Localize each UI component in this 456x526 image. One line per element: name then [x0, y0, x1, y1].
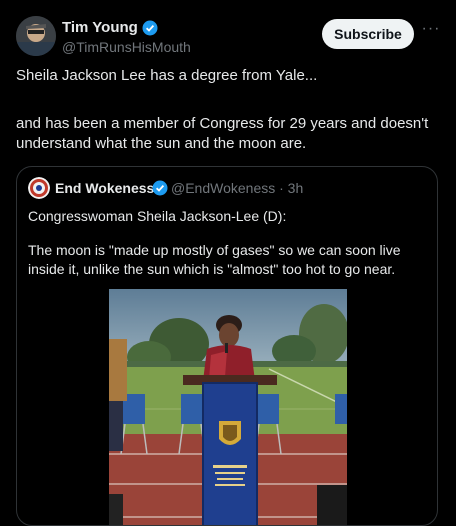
video-scene-image	[109, 289, 347, 525]
tweet-text-line2: and has been a member of Congress for 29…	[16, 115, 429, 152]
video-thumbnail[interactable]	[109, 289, 347, 525]
author-name[interactable]: Tim Young	[62, 19, 138, 36]
verified-badge-icon	[142, 20, 158, 36]
quoted-text-line2: The moon is "made up mostly of gases" so…	[28, 242, 401, 277]
author-info: Tim Young @TimRunsHisMouth	[62, 19, 191, 55]
more-options-icon[interactable]: ···	[420, 21, 442, 42]
quoted-author-name[interactable]: End Wokeness	[55, 180, 154, 196]
author-handle[interactable]: @TimRunsHisMouth	[62, 39, 191, 55]
quoted-tweet[interactable]: End Wokeness @EndWokeness · 3h Congressw…	[16, 166, 438, 526]
subscribe-button[interactable]: Subscribe	[322, 19, 414, 49]
verified-badge-icon	[152, 180, 168, 201]
tweet-text-line1: Sheila Jackson Lee has a degree from Yal…	[16, 67, 318, 84]
quoted-text-line1: Congresswoman Sheila Jackson-Lee (D):	[28, 208, 287, 224]
tweet: Tim Young @TimRunsHisMouth Subscribe ···…	[0, 0, 456, 526]
quoted-author-avatar	[28, 177, 50, 199]
author-avatar[interactable]	[16, 16, 56, 56]
quoted-handle-time[interactable]: @EndWokeness · 3h	[171, 180, 303, 196]
